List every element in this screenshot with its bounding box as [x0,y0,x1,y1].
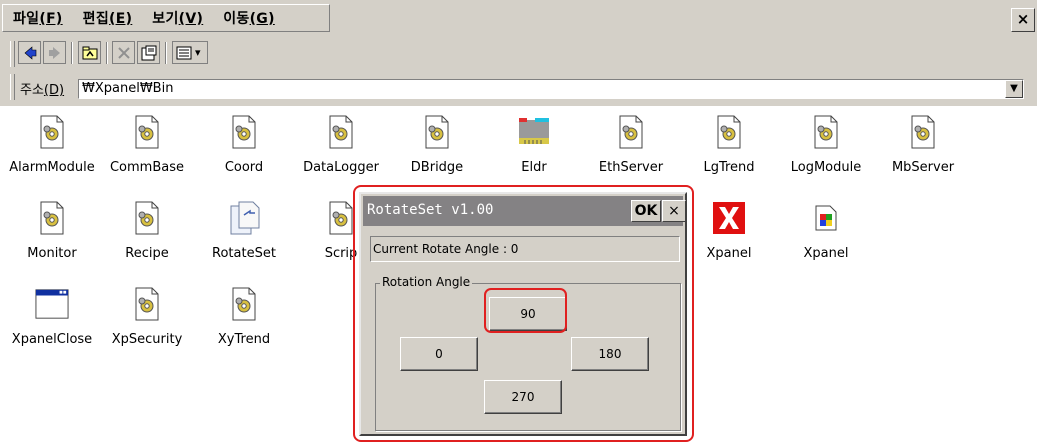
dialog-title: RotateSet v1.00 [367,202,494,218]
dialog-close-button[interactable]: × [662,200,686,222]
address-dropdown-button[interactable]: ▼ [1005,80,1023,98]
file-item[interactable]: LgTrend [682,114,776,175]
file-item[interactable]: LogModule [779,114,873,175]
gear-file-icon [324,200,358,236]
properties-button[interactable] [137,41,160,64]
rotation-angle-label: Rotation Angle [380,275,473,289]
menu-group: 파일(F) 편집(E) 보기(V) 이동(G) [2,4,330,32]
file-item[interactable]: AlarmModule [5,114,99,175]
app-window-icon [809,200,843,236]
address-input[interactable]: ₩Xpanel₩Bin ▼ [78,79,1024,99]
file-name: CommBase [109,160,184,175]
file-name: EthServer [598,160,664,175]
file-item[interactable]: Recipe [100,200,194,261]
gear-file-icon [324,114,358,150]
file-item[interactable]: Coord [197,114,291,175]
rotate-180-button[interactable]: 180 [571,337,649,371]
rotate-90-button[interactable]: 90 [489,297,567,331]
folder-up-icon [82,46,97,59]
file-name: XpSecurity [111,332,183,347]
file-item[interactable]: RotateSet [197,200,291,261]
file-item[interactable]: MbServer [876,114,970,175]
file-name: LgTrend [703,160,755,175]
view-menu-icon [176,46,192,59]
up-folder-button[interactable] [78,41,101,64]
gear-file-icon [420,114,454,150]
menu-bar: 파일(F) 편집(E) 보기(V) 이동(G) × [0,0,1037,38]
chevron-down-icon: ▾ [195,46,201,59]
toolbar-grip[interactable] [10,41,15,67]
gear-file-icon [130,286,164,322]
file-name: Monitor [27,246,77,261]
file-item[interactable]: Monitor [5,200,99,261]
forward-arrow-icon [48,46,60,59]
menu-view[interactable]: 보기(V) [142,8,213,28]
file-name: RotateSet [212,246,276,261]
delete-button[interactable] [112,41,135,64]
gear-file-icon [614,114,648,150]
file-item[interactable]: CommBase [100,114,194,175]
file-name: DBridge [410,160,464,175]
file-item[interactable]: DBridge [390,114,484,175]
rotate-0-button[interactable]: 0 [400,337,478,371]
view-menu-button[interactable]: ▾ [172,41,208,64]
file-item[interactable]: Xpanel [779,200,873,261]
menu-edit[interactable]: 편집(E) [73,8,143,28]
gear-file-icon [227,114,261,150]
gear-file-icon [35,200,69,236]
gear-file-icon [906,114,940,150]
address-grip[interactable] [10,74,15,100]
file-item[interactable]: XyTrend [197,286,291,347]
current-angle-field: Current Rotate Angle : 0 [370,236,680,262]
ok-button[interactable]: OK [631,200,661,222]
back-button[interactable] [18,41,41,64]
address-label: 주소(D) [20,83,65,98]
rotate-270-button[interactable]: 270 [484,380,562,414]
file-item[interactable]: Xpanel [682,200,776,261]
address-bar: 주소(D) ₩Xpanel₩Bin ▼ [0,72,1037,106]
red-x-icon [712,200,746,236]
address-value: ₩Xpanel₩Bin [82,81,174,96]
file-name: XyTrend [217,332,271,347]
file-name: LogModule [790,160,862,175]
rotation-angle-group: Rotation Angle 90 0 180 270 [375,275,681,431]
app-document-icon [227,200,261,236]
file-item[interactable]: Eldr [487,114,581,175]
gear-file-icon [809,114,843,150]
file-name: Xpanel [803,246,849,261]
file-name: MbServer [891,160,955,175]
menu-go[interactable]: 이동(G) [213,8,285,28]
file-name: XpanelClose [11,332,93,347]
delete-icon [117,46,130,59]
window-icon [35,286,69,322]
gear-file-icon [712,114,746,150]
properties-icon [141,45,156,60]
toolbar: ▾ [0,38,1037,72]
file-name: Eldr [521,160,547,175]
file-name: Scrip [324,246,358,261]
file-item[interactable]: DataLogger [294,114,388,175]
gear-file-icon [35,114,69,150]
network-device-icon [517,114,551,150]
file-item[interactable]: EthServer [584,114,678,175]
forward-button[interactable] [43,41,66,64]
window-close-button[interactable]: × [1011,8,1035,32]
gear-file-icon [227,286,261,322]
gear-file-icon [130,114,164,150]
gear-file-icon [130,200,164,236]
file-name: DataLogger [303,160,379,175]
file-name: Xpanel [706,246,752,261]
file-name: Recipe [125,246,169,261]
file-name: AlarmModule [9,160,95,175]
file-item[interactable]: XpanelClose [5,286,99,347]
file-name: Coord [224,160,264,175]
file-item[interactable]: XpSecurity [100,286,194,347]
menu-file[interactable]: 파일(F) [3,8,73,28]
dialog-title-bar[interactable]: RotateSet v1.00 OK × [363,196,686,226]
rotateset-dialog: RotateSet v1.00 OK × Current Rotate Angl… [359,192,687,436]
back-arrow-icon [24,45,36,60]
